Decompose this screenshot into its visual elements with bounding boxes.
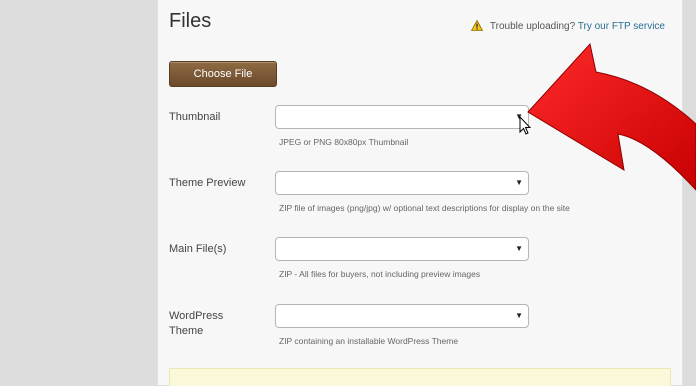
- chevron-down-icon: ▼: [515, 112, 523, 121]
- trouble-text: Trouble uploading?: [489, 21, 576, 32]
- theme-preview-hint: ZIP file of images (png/jpg) w/ optional…: [279, 203, 570, 213]
- chevron-down-icon: ▼: [515, 311, 523, 320]
- main-files-hint: ZIP - All files for buyers, not includin…: [279, 269, 481, 279]
- wordpress-theme-select[interactable]: ▼: [275, 304, 529, 328]
- theme-preview-select[interactable]: ▼: [275, 171, 529, 195]
- page-background-right: [683, 0, 696, 385]
- wordpress-theme-label-line2: Theme: [169, 325, 204, 337]
- thumbnail-hint: JPEG or PNG 80x80px Thumbnail: [279, 137, 409, 147]
- main-files-label: Main File(s): [169, 243, 227, 255]
- wordpress-theme-hint: ZIP containing an installable WordPress …: [279, 336, 459, 346]
- choose-file-button[interactable]: Choose File: [169, 61, 277, 87]
- files-panel: Files Trouble uploading? Try our FTP ser…: [157, 0, 683, 386]
- wordpress-theme-label-line1: WordPress: [169, 310, 224, 322]
- chevron-down-icon: ▼: [515, 244, 523, 253]
- main-files-select[interactable]: ▼: [275, 237, 529, 261]
- thumbnail-label: Thumbnail: [169, 111, 221, 123]
- warning-icon: [471, 19, 484, 34]
- wordpress-theme-label: WordPress Theme: [169, 309, 223, 339]
- notice-box: [169, 368, 671, 386]
- upload-help: Trouble uploading? Try our FTP service: [471, 19, 665, 34]
- thumbnail-select[interactable]: ▼: [275, 105, 529, 129]
- theme-preview-label: Theme Preview: [169, 177, 246, 189]
- ftp-service-link[interactable]: Try our FTP service: [578, 21, 665, 32]
- page-title: Files: [169, 10, 212, 32]
- chevron-down-icon: ▼: [515, 178, 523, 187]
